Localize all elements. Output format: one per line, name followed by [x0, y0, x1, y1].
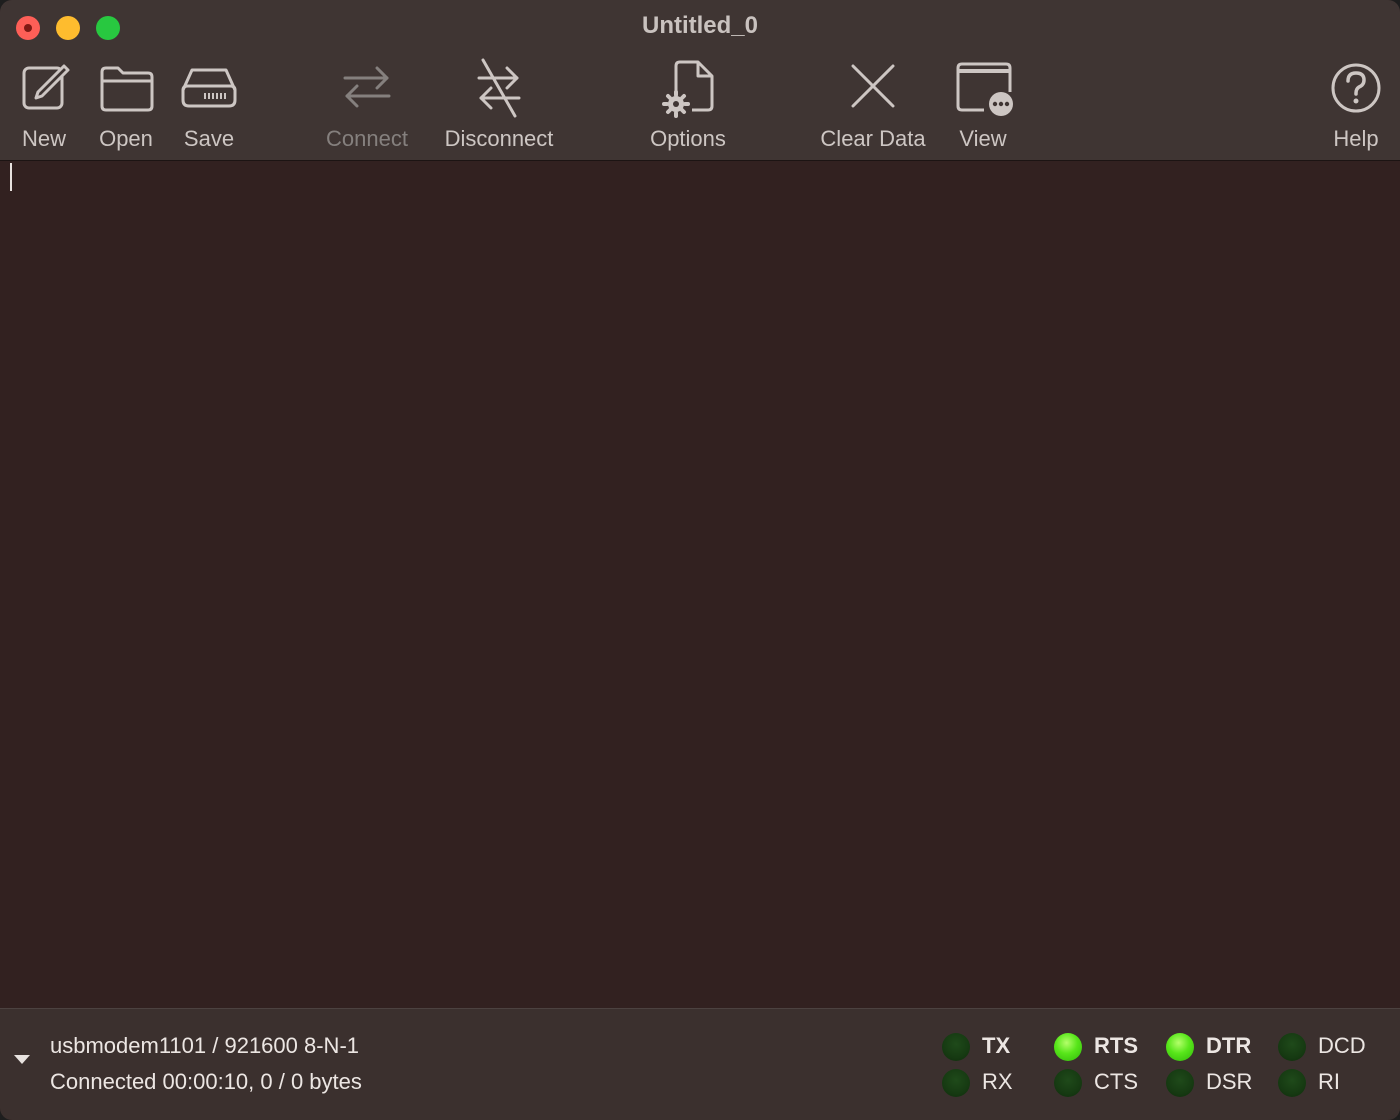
question-mark-icon: [1331, 63, 1381, 113]
new-label: New: [21, 126, 66, 151]
tx-label: TX: [982, 1033, 1011, 1058]
status-bar: usbmodem1101 / 921600 8-N-1 Connected 00…: [0, 1008, 1400, 1120]
connect-label: Connect: [326, 126, 408, 151]
rx-led-indicator: [942, 1069, 970, 1097]
disclosure-triangle-icon[interactable]: [14, 1055, 30, 1064]
signal-ri: RI: [1278, 1069, 1378, 1097]
save-button[interactable]: Save: [176, 58, 242, 158]
dcd-led-indicator: [1278, 1033, 1306, 1061]
window-title: Untitled_0: [641, 12, 758, 39]
dsr-label: DSR: [1206, 1069, 1253, 1094]
ri-led-indicator: [1278, 1069, 1306, 1097]
options-button[interactable]: Options: [644, 58, 732, 158]
disconnect-icon: [477, 58, 521, 118]
dtr-label: DTR: [1206, 1033, 1252, 1058]
text-cursor: [10, 163, 12, 191]
toolbar: Untitled_0 New Open Save Connect Disconn…: [0, 0, 1400, 161]
tx-led-indicator: [942, 1033, 970, 1061]
view-button[interactable]: View: [950, 58, 1016, 158]
cts-led-indicator: [1054, 1069, 1082, 1097]
save-label: Save: [183, 126, 235, 151]
terminal-output-area[interactable]: [0, 161, 1400, 1008]
x-mark-icon: [851, 64, 895, 108]
signal-cts: CTS: [1054, 1069, 1154, 1097]
signal-tx: TX: [942, 1033, 1032, 1061]
signal-rx: RX: [942, 1069, 1032, 1097]
connection-status-text: Connected 00:00:10, 0 / 0 bytes: [50, 1069, 362, 1094]
clear-data-button[interactable]: Clear Data: [816, 58, 930, 158]
rx-label: RX: [982, 1069, 1013, 1094]
disconnect-button[interactable]: Disconnect: [438, 58, 560, 158]
document-gear-icon: [662, 60, 714, 118]
signal-dsr: DSR: [1166, 1069, 1266, 1097]
new-button[interactable]: New: [14, 58, 74, 158]
cts-label: CTS: [1094, 1069, 1138, 1094]
app-window: Untitled_0 New Open Save Connect Disconn…: [0, 0, 1400, 1120]
drive-icon: [181, 68, 237, 108]
signal-dtr: DTR: [1166, 1033, 1266, 1061]
clear-data-label: Clear Data: [820, 126, 926, 151]
signal-rts: RTS: [1054, 1033, 1154, 1061]
options-label: Options: [650, 126, 726, 151]
port-settings-text: usbmodem1101 / 921600 8-N-1: [50, 1033, 360, 1058]
connect-arrows-icon: [343, 66, 391, 108]
dcd-label: DCD: [1318, 1033, 1366, 1058]
open-label: Open: [99, 126, 153, 151]
rts-led-indicator: [1054, 1033, 1082, 1061]
folder-icon: [100, 66, 154, 112]
rts-label: RTS: [1094, 1033, 1138, 1058]
help-button[interactable]: Help: [1326, 58, 1386, 158]
connect-button[interactable]: Connect: [322, 58, 412, 158]
view-label: View: [959, 126, 1007, 151]
dtr-led-indicator: [1166, 1033, 1194, 1061]
dsr-led-indicator: [1166, 1069, 1194, 1097]
help-label: Help: [1333, 126, 1379, 151]
disconnect-label: Disconnect: [444, 126, 554, 151]
ri-label: RI: [1318, 1069, 1340, 1094]
signal-dcd: DCD: [1278, 1033, 1378, 1061]
compose-icon: [22, 64, 70, 110]
window-ellipsis-icon: [956, 62, 1013, 116]
open-button[interactable]: Open: [94, 58, 158, 158]
